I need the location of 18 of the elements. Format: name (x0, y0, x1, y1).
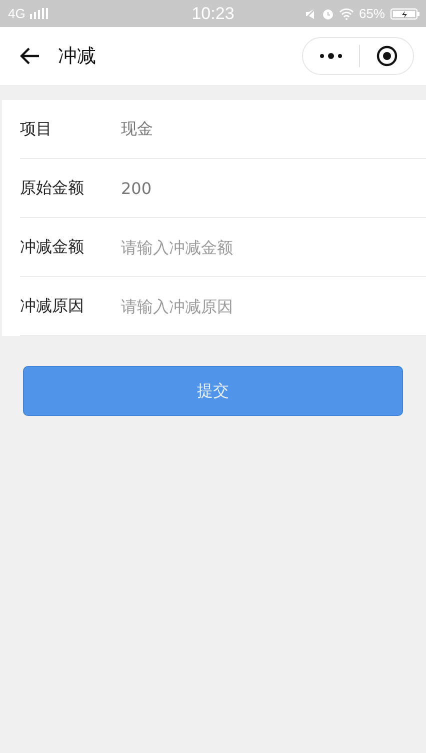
input-field[interactable]: 请输入冲减金额 (121, 238, 381, 256)
field-label: 冲减原因 (20, 296, 85, 316)
field-label: 项目 (20, 118, 53, 140)
field-label: 冲减金额 (20, 236, 85, 258)
close-target-icon[interactable] (376, 45, 398, 67)
signal-icon (30, 8, 50, 19)
alarm-icon (322, 8, 334, 20)
battery-icon (390, 8, 420, 20)
page-title: 冲减 (58, 44, 97, 69)
input-field[interactable]: 请输入冲减原因 (121, 296, 381, 316)
field-label: 原始金额 (20, 178, 85, 198)
wifi-icon (338, 8, 354, 20)
submit-button[interactable]: 提交 (23, 366, 403, 416)
more-icon[interactable] (319, 52, 343, 60)
field-value: 200 (121, 178, 152, 198)
field-value: 现金 (121, 118, 153, 140)
mute-icon (304, 8, 317, 20)
back-arrow-icon[interactable] (20, 47, 40, 65)
